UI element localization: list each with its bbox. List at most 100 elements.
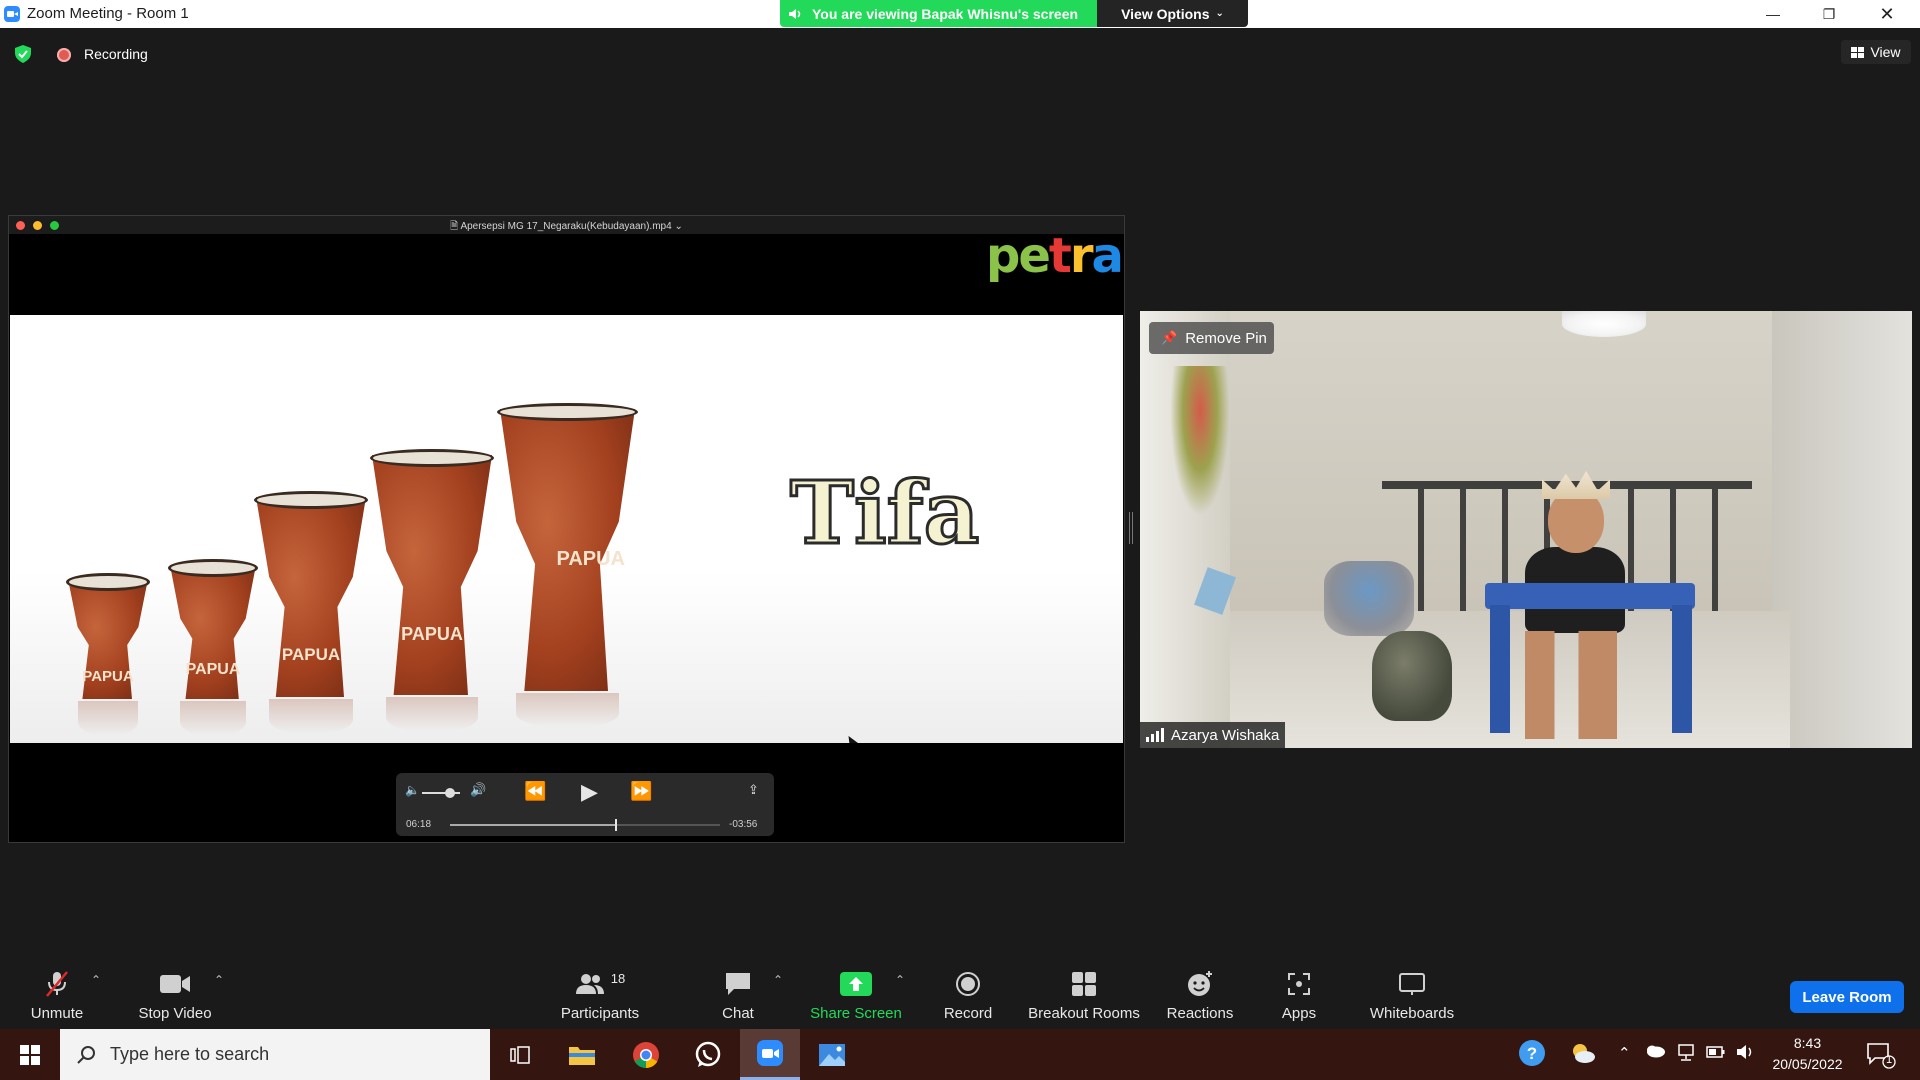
player-title-bar: 🗎 Apersepsi MG 17_Negaraku(Kebudayaan).m… (9, 216, 1124, 234)
drum: PAPUA (253, 491, 369, 733)
task-view-icon[interactable] (490, 1029, 550, 1080)
minimize-icon[interactable]: — (1744, 0, 1802, 28)
windows-taskbar: Type here to search ? ⌃ 8:43 20/05/2022 … (0, 1029, 1920, 1080)
petra-logo: petra (986, 228, 1124, 284)
mouse-cursor-icon (843, 732, 861, 743)
share-icon[interactable]: ⇪ (748, 782, 759, 798)
video-player-controls: 🔈 🔊 ⏪ ▶ ⏩ ⇪ 06:18 -03:56 (396, 773, 774, 836)
battery-icon[interactable] (1706, 1045, 1726, 1064)
chevron-down-icon: ⌄ (1215, 8, 1224, 19)
breakout-rooms-button[interactable]: Breakout Rooms (1026, 961, 1142, 1029)
participants-button[interactable]: 18 Participants (556, 961, 644, 1029)
apps-button[interactable]: Apps (1276, 961, 1322, 1029)
zoom-taskbar-icon[interactable] (740, 1029, 800, 1080)
microphone-muted-icon (46, 971, 68, 997)
participant-name: Azarya Wishaka (1171, 726, 1280, 744)
meeting-toolbar: Unmute ⌃ Stop Video ⌃ 18 Participants Ch… (0, 961, 1920, 1029)
notification-icon[interactable]: 1 (1866, 1041, 1896, 1074)
share-screen-label: Share Screen (810, 1005, 902, 1022)
reactions-smiley-icon (1188, 971, 1212, 996)
windows-logo-icon (20, 1044, 40, 1065)
weather-icon[interactable] (1570, 1041, 1596, 1070)
elapsed-time: 06:18 (406, 819, 432, 830)
taskbar-search-box[interactable]: Type here to search (60, 1029, 490, 1080)
progress-knob[interactable] (615, 819, 618, 831)
search-icon (77, 1045, 95, 1064)
participant-video[interactable] (1140, 311, 1912, 748)
video-file-name: 🗎 Apersepsi MG 17_Negaraku(Kebudayaan).m… (450, 221, 683, 232)
file-explorer-icon[interactable] (552, 1029, 612, 1080)
security-shield-icon[interactable] (15, 45, 31, 63)
record-label: Record (943, 1005, 993, 1022)
view-options-label: View Options (1121, 5, 1210, 22)
zoom-app-icon (4, 6, 20, 22)
chrome-icon[interactable] (616, 1029, 676, 1080)
breakout-rooms-icon (1072, 972, 1096, 996)
clay-pot (1372, 631, 1452, 721)
progress-fill (450, 824, 617, 826)
drum: PAPUA (66, 573, 150, 735)
recording-label: Recording (84, 46, 148, 62)
breakout-rooms-label: Breakout Rooms (1028, 1005, 1140, 1022)
restore-icon[interactable]: ❐ (1800, 0, 1858, 28)
apps-icon (1288, 973, 1310, 995)
volume-slider[interactable] (422, 788, 460, 798)
close-icon[interactable]: ✕ (1858, 0, 1916, 28)
video-camera-icon (160, 975, 190, 993)
network-icon[interactable] (1676, 1044, 1696, 1067)
video-frame: PAPUA PAPUA PAPUA PAPUA PAPUA Tifa (10, 315, 1123, 743)
play-icon[interactable]: ▶ (581, 779, 598, 805)
fast-forward-icon[interactable]: ⏩ (630, 781, 652, 802)
whiteboard-icon (1399, 973, 1425, 995)
taskbar-clock[interactable]: 8:43 20/05/2022 (1765, 1033, 1850, 1075)
remove-pin-button[interactable]: 📌 Remove Pin (1149, 322, 1274, 354)
clock-time: 8:43 (1793, 1035, 1822, 1051)
chevron-up-icon[interactable]: ⌃ (1618, 1044, 1631, 1062)
onedrive-cloud-icon[interactable] (1645, 1044, 1665, 1063)
clock-date: 20/05/2022 (1772, 1056, 1843, 1072)
chat-bubble-icon (726, 973, 750, 995)
leave-room-button[interactable]: Leave Room (1790, 981, 1904, 1013)
audio-options-chevron-icon[interactable]: ⌃ (91, 973, 101, 987)
remove-pin-label: Remove Pin (1185, 329, 1267, 347)
volume-high-icon[interactable]: 🔊 (470, 782, 486, 798)
record-button[interactable]: Record (937, 961, 999, 1029)
svg-text:?: ? (1527, 1044, 1537, 1063)
screen-share-banner: You are viewing Bapak Whisnu's screen Vi… (780, 0, 1248, 27)
blue-table (1485, 583, 1695, 609)
share-screen-button[interactable]: Share Screen (808, 961, 904, 1029)
search-placeholder: Type here to search (110, 1044, 270, 1064)
whiteboards-label: Whiteboards (1369, 1005, 1455, 1022)
viewing-indicator: You are viewing Bapak Whisnu's screen (780, 0, 1097, 27)
windows-start-button[interactable] (0, 1029, 60, 1080)
video-options-chevron-icon[interactable]: ⌃ (214, 973, 224, 987)
stop-video-button[interactable]: Stop Video (132, 961, 218, 1029)
drum: PAPUA (497, 403, 638, 727)
pin-icon: 📌 (1161, 330, 1178, 345)
photos-icon[interactable] (802, 1029, 862, 1080)
window-title: Zoom Meeting - Room 1 (27, 5, 189, 22)
apps-label: Apps (1281, 1005, 1317, 1022)
wall-decoration (1170, 366, 1230, 516)
share-options-chevron-icon[interactable]: ⌃ (895, 973, 905, 987)
reactions-button[interactable]: Reactions (1162, 961, 1238, 1029)
help-icon[interactable]: ? (1518, 1039, 1546, 1072)
volume-low-icon[interactable]: 🔈 (405, 783, 420, 797)
chat-options-chevron-icon[interactable]: ⌃ (773, 973, 783, 987)
record-icon (956, 972, 980, 996)
view-options-button[interactable]: View Options ⌄ (1097, 0, 1248, 27)
progress-scrubber[interactable] (450, 819, 720, 831)
unmute-label: Unmute (30, 1005, 84, 1022)
unmute-button[interactable]: Unmute (22, 961, 92, 1029)
whatsapp-icon[interactable] (678, 1029, 738, 1080)
volume-icon[interactable] (1736, 1044, 1756, 1065)
whiteboards-button[interactable]: Whiteboards (1366, 961, 1458, 1029)
recording-icon (57, 48, 71, 62)
viewing-text: You are viewing Bapak Whisnu's screen (812, 5, 1079, 22)
chat-button[interactable]: Chat (716, 961, 760, 1029)
video-title: Tifa (788, 462, 980, 566)
view-button[interactable]: View (1841, 40, 1911, 64)
panel-splitter-handle[interactable] (1129, 512, 1133, 544)
rewind-icon[interactable]: ⏪ (524, 781, 546, 802)
participant-name-tag: Azarya Wishaka (1140, 722, 1286, 748)
